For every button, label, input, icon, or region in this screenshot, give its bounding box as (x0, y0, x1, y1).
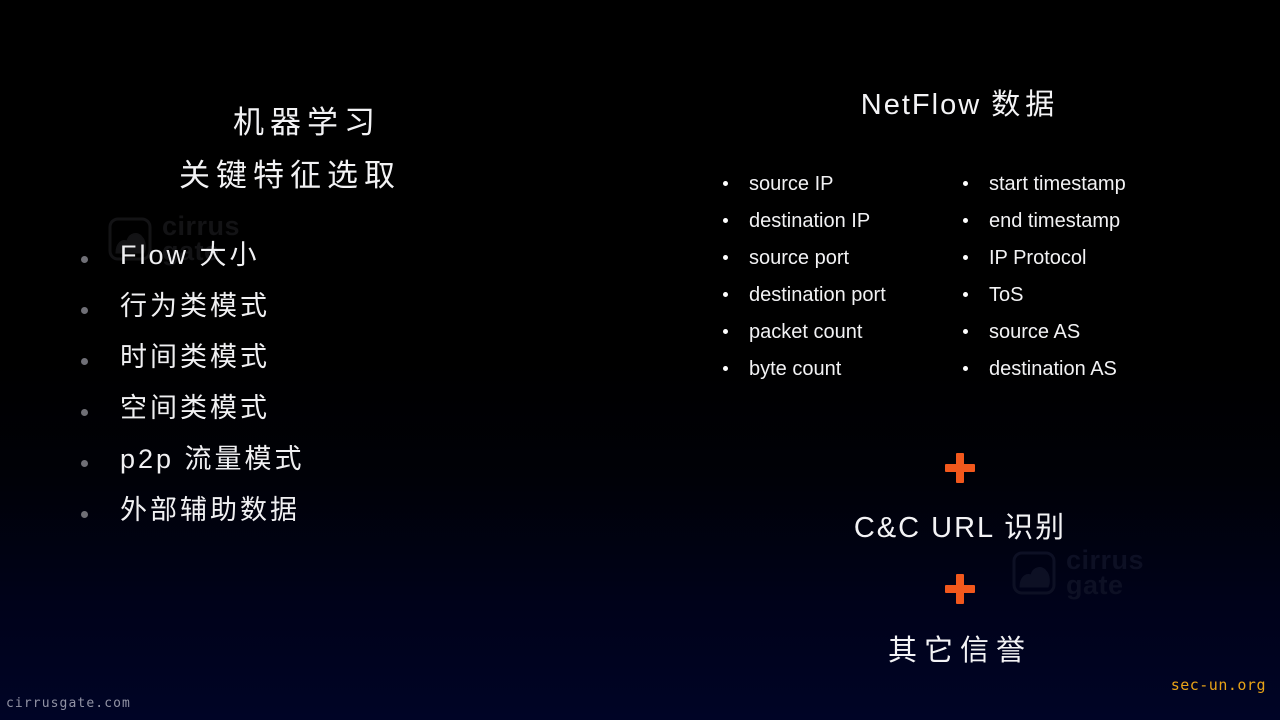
list-item: 空间类模式 (60, 393, 620, 423)
slide-canvas: cirrus gate cirrus gate 机器学习 关键特征选取 Flow… (0, 0, 1280, 720)
list-item: destination IP (715, 208, 955, 235)
list-item: destination port (715, 282, 955, 309)
footer-attribution: sec-un.org (1170, 676, 1266, 694)
detection-pipeline: C&C URL 识别 其它信誉 (660, 423, 1260, 669)
list-item: IP Protocol (955, 245, 1195, 272)
list-item: end timestamp (955, 208, 1195, 235)
pipeline-stage-reputation: 其它信誉 (887, 634, 1032, 667)
list-item: packet count (715, 319, 955, 346)
machine-learning-panel: 机器学习 关键特征选取 Flow 大小 行为类模式 时间类模式 空间类模式 p2… (60, 96, 620, 548)
list-item: ToS (955, 282, 1195, 309)
plus-icon (945, 452, 975, 483)
netflow-title-cjk: 数据 (991, 89, 1060, 121)
title-line-2: 关键特征选取 (179, 158, 401, 194)
list-item: 行为类模式 (60, 291, 620, 321)
netflow-field-columns: source IP destination IP source port des… (660, 171, 1260, 393)
list-item: byte count (715, 356, 955, 383)
list-item: destination AS (955, 356, 1195, 383)
netflow-title: NetFlow 数据 (660, 88, 1260, 123)
netflow-column-2: start timestamp end timestamp IP Protoco… (955, 171, 1195, 393)
list-item: p2p 流量模式 (60, 445, 620, 474)
list-item: source port (715, 245, 955, 272)
list-item: 时间类模式 (60, 342, 620, 372)
left-panel-title: 机器学习 关键特征选取 (70, 96, 510, 203)
netflow-column-1: source IP destination IP source port des… (715, 171, 955, 393)
netflow-title-latin: NetFlow (860, 89, 992, 121)
title-line-1: 机器学习 (233, 105, 381, 140)
list-item: source IP (715, 171, 955, 198)
list-item: Flow 大小 (60, 240, 620, 270)
pipeline-stage-cc-url: C&C URL 识别 (853, 511, 1067, 544)
list-item: start timestamp (955, 171, 1195, 198)
footer-site-url: cirrusgate.com (6, 696, 131, 711)
list-item: source AS (955, 319, 1195, 346)
list-item: 外部辅助数据 (60, 496, 620, 525)
netflow-panel: NetFlow 数据 source IP destination IP sour… (660, 88, 1260, 668)
plus-icon (945, 573, 975, 604)
feature-list: Flow 大小 行为类模式 时间类模式 空间类模式 p2p 流量模式 外部辅助数… (60, 240, 620, 526)
